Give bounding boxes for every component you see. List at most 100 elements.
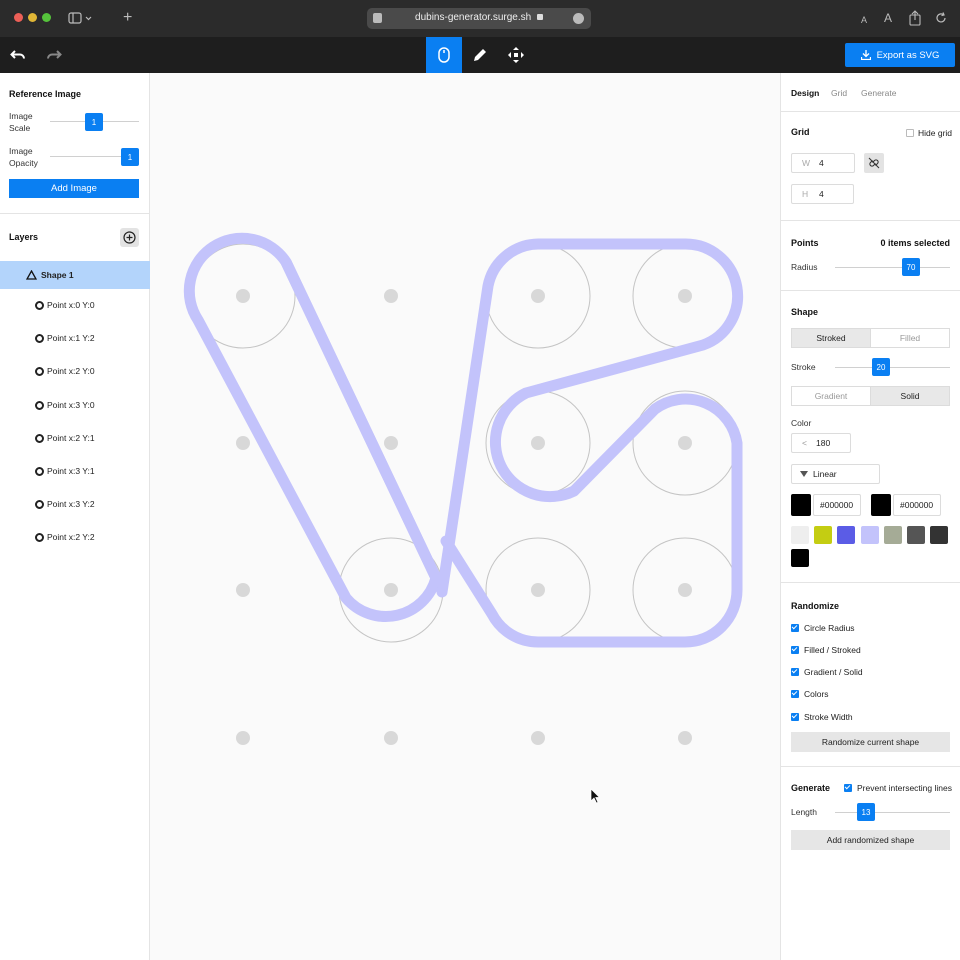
grid-width-field[interactable]: W 4 <box>791 153 855 173</box>
checkbox[interactable] <box>791 690 799 698</box>
tab-design[interactable]: Design <box>791 88 819 98</box>
export-svg-button[interactable]: Export as SVG <box>845 43 955 67</box>
palette-swatch[interactable] <box>884 526 902 544</box>
palette-swatch[interactable] <box>837 526 855 544</box>
hide-grid-checkbox[interactable] <box>906 129 914 137</box>
length-slider-thumb[interactable]: 13 <box>857 803 875 821</box>
grid-point[interactable] <box>531 583 545 597</box>
hide-grid-toggle[interactable]: Hide grid <box>906 128 952 138</box>
grid-point[interactable] <box>236 289 250 303</box>
grid-point[interactable] <box>384 583 398 597</box>
grid-point[interactable] <box>384 731 398 745</box>
maximize-window-button[interactable] <box>42 13 51 22</box>
randomize-option[interactable]: Stroke Width <box>791 712 853 722</box>
color1-swatch[interactable] <box>791 494 811 516</box>
grid-point[interactable] <box>531 731 545 745</box>
stroke-slider[interactable] <box>835 367 950 368</box>
grid-point[interactable] <box>236 436 250 450</box>
gradient-angle-field[interactable]: < 180 <box>791 433 851 453</box>
radius-slider[interactable] <box>835 267 950 268</box>
layer-point[interactable]: Point x:2 Y:2 <box>35 532 95 542</box>
add-image-button[interactable]: Add Image <box>9 179 139 198</box>
layer-point-label: Point x:3 Y:1 <box>47 466 95 476</box>
palette-swatch[interactable] <box>907 526 925 544</box>
grid-point[interactable] <box>236 731 250 745</box>
solid-toggle[interactable]: Solid <box>870 386 950 406</box>
checkbox[interactable] <box>791 668 799 676</box>
share-icon[interactable] <box>908 10 922 31</box>
minimize-window-button[interactable] <box>28 13 37 22</box>
randomize-option[interactable]: Colors <box>791 689 829 699</box>
stroked-toggle[interactable]: Stroked <box>791 328 871 348</box>
decrease-font-icon[interactable]: A <box>861 14 867 27</box>
gradient-toggle[interactable]: Gradient <box>791 386 871 406</box>
randomize-option[interactable]: Gradient / Solid <box>791 667 863 677</box>
palette-swatch[interactable] <box>814 526 832 544</box>
grid-point[interactable] <box>678 731 692 745</box>
palette-swatch[interactable] <box>791 549 809 567</box>
pen-mode-button[interactable] <box>462 37 498 73</box>
grid-point[interactable] <box>531 436 545 450</box>
layer-shape-row[interactable] <box>0 261 150 289</box>
add-layer-button[interactable] <box>120 228 139 247</box>
layer-point[interactable]: Point x:3 Y:0 <box>35 400 95 410</box>
checkbox[interactable] <box>791 646 799 654</box>
palette-swatch[interactable] <box>930 526 948 544</box>
layer-point[interactable]: Point x:3 Y:1 <box>35 466 95 476</box>
grid-point[interactable] <box>678 289 692 303</box>
randomize-shape-button[interactable]: Randomize current shape <box>791 732 950 752</box>
image-scale-thumb[interactable]: 1 <box>85 113 103 131</box>
prevent-intersect-option[interactable]: Prevent intersecting lines <box>844 783 952 793</box>
unlink-dimensions-button[interactable] <box>864 153 884 173</box>
redo-button[interactable] <box>36 37 72 73</box>
move-mode-button[interactable] <box>498 37 534 73</box>
grid-point[interactable] <box>678 583 692 597</box>
increase-font-icon[interactable]: A <box>884 12 892 25</box>
close-window-button[interactable] <box>14 13 23 22</box>
shape-stroke[interactable] <box>183 232 442 622</box>
color2-field[interactable]: #000000 <box>893 494 941 516</box>
grid-point[interactable] <box>384 436 398 450</box>
color2-swatch[interactable] <box>871 494 891 516</box>
tab-grid[interactable]: Grid <box>831 88 847 98</box>
radius-slider-thumb[interactable]: 70 <box>902 258 920 276</box>
length-slider[interactable] <box>835 812 950 813</box>
layer-point[interactable]: Point x:2 Y:0 <box>35 366 95 376</box>
checkbox[interactable] <box>791 624 799 632</box>
layer-point[interactable]: Point x:2 Y:1 <box>35 433 95 443</box>
sidebar-toggle-icon[interactable] <box>68 12 92 30</box>
reload-icon[interactable] <box>934 11 948 30</box>
randomize-option[interactable]: Circle Radius <box>791 623 855 633</box>
image-opacity-thumb[interactable]: 1 <box>121 148 139 166</box>
checkbox[interactable] <box>844 784 852 792</box>
checkbox[interactable] <box>791 713 799 721</box>
divider <box>781 111 960 112</box>
tab-generate[interactable]: Generate <box>861 88 896 98</box>
gradient-type-select[interactable]: Linear <box>791 464 880 484</box>
layer-point[interactable]: Point x:1 Y:2 <box>35 333 95 343</box>
randomize-option[interactable]: Filled / Stroked <box>791 645 861 655</box>
angle-icon: < <box>802 438 807 448</box>
canvas-svg[interactable] <box>150 73 780 960</box>
palette-swatch[interactable] <box>861 526 879 544</box>
layer-point[interactable]: Point x:0 Y:0 <box>35 300 95 310</box>
filled-toggle[interactable]: Filled <box>870 328 950 348</box>
address-bar[interactable]: dubins-generator.surge.sh <box>367 8 591 29</box>
grid-height-field[interactable]: H 4 <box>791 184 854 204</box>
selection-count: 0 items selected <box>880 238 950 248</box>
grid-point[interactable] <box>531 289 545 303</box>
add-randomized-shape-button[interactable]: Add randomized shape <box>791 830 950 850</box>
select-mode-button[interactable] <box>426 37 462 73</box>
drawing-canvas[interactable] <box>150 73 780 960</box>
new-tab-icon[interactable]: + <box>123 10 132 26</box>
grid-point[interactable] <box>236 583 250 597</box>
layer-point[interactable]: Point x:3 Y:2 <box>35 499 95 509</box>
grid-point[interactable] <box>384 289 398 303</box>
stroke-slider-thumb[interactable]: 20 <box>872 358 890 376</box>
palette-swatch[interactable] <box>791 526 809 544</box>
color1-field[interactable]: #000000 <box>813 494 861 516</box>
layer-shape[interactable]: Shape 1 <box>26 270 74 280</box>
undo-button[interactable] <box>0 37 36 73</box>
more-options-icon[interactable] <box>573 13 584 24</box>
grid-point[interactable] <box>678 436 692 450</box>
